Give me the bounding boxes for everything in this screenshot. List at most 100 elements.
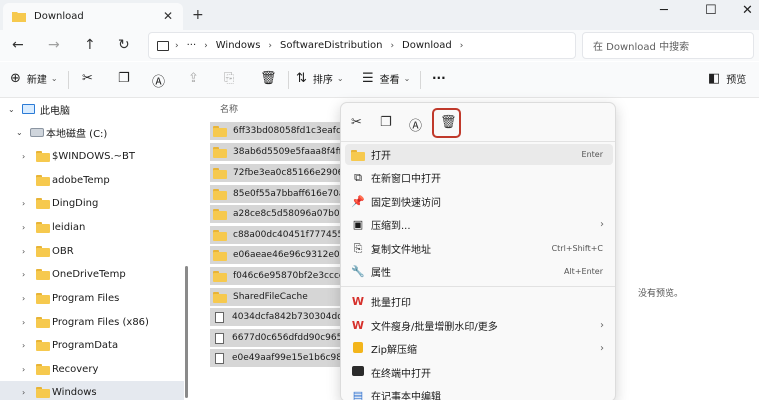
file-row[interactable]: 6ff33bd08058fd1c3eafc5c	[210, 122, 342, 140]
cut-icon[interactable]: ✂	[351, 115, 362, 130]
menu-item-compress-to[interactable]: ▣ 压缩到... ›	[345, 214, 613, 235]
wps-icon: W	[351, 295, 365, 308]
file-row[interactable]: e06aeae46e96c9312e04d7	[210, 246, 342, 264]
back-arrow-icon[interactable]: ←	[12, 37, 24, 53]
new-button[interactable]: ⊕ 新建 ⌄	[10, 71, 58, 86]
nav-item-folder[interactable]: › ProgramData	[0, 334, 184, 356]
nav-item-folder[interactable]: › OneDriveTemp	[0, 263, 184, 285]
divider	[420, 71, 421, 89]
menu-item-copy-path[interactable]: ⎘ 复制文件地址 Ctrl+Shift+C	[345, 238, 613, 259]
zip-icon: ▣	[352, 218, 364, 231]
nav-item-folder[interactable]: › DingDing	[0, 192, 184, 214]
minimize-button[interactable]: ─	[660, 3, 668, 18]
scissors-icon: ✂	[82, 71, 93, 86]
chevron-right-icon[interactable]: ›	[22, 270, 25, 279]
folder-icon	[213, 270, 227, 282]
menu-item-wps-more[interactable]: W 文件瘦身/批量增删水印/更多 ›	[345, 315, 613, 336]
menu-item-open-new-window[interactable]: ⧉ 在新窗口中打开	[345, 167, 613, 188]
chevron-right-icon[interactable]: ›	[22, 247, 25, 256]
nav-item-local-disk[interactable]: ⌄ 本地磁盘 (C:)	[0, 121, 184, 143]
refresh-icon[interactable]: ↻	[118, 37, 130, 53]
rename-icon[interactable]: Ⓐ	[409, 115, 422, 134]
file-row[interactable]: a28ce8c5d58096a07b034c	[210, 205, 342, 223]
menu-item-label: 压缩到...	[371, 221, 411, 232]
file-row[interactable]: 72fbe3ea0c85166e290618	[210, 164, 342, 182]
file-row[interactable]: SharedFileCache	[210, 288, 342, 306]
delete-button[interactable]: 🗑	[260, 71, 283, 86]
view-button[interactable]: ☰ 查看 ⌄	[362, 71, 410, 86]
nav-item-folder[interactable]: adobeTemp	[0, 169, 184, 191]
folder-icon	[213, 249, 227, 261]
breadcrumb-item-softwaredistribution[interactable]: SoftwareDistribution	[280, 40, 382, 51]
preview-pane-icon: ◧	[708, 71, 721, 86]
tab-download[interactable]: Download ✕	[3, 3, 183, 30]
chevron-right-icon[interactable]: ›	[22, 341, 25, 350]
rename-button[interactable]: Ⓐ	[152, 71, 171, 90]
file-row[interactable]: f046c6e95870bf2e3cccc4	[210, 267, 342, 285]
chevron-right-icon[interactable]: ›	[22, 365, 25, 374]
menu-item-shortcut: Ctrl+Shift+C	[551, 244, 603, 253]
file-row[interactable]: 6677d0c656dfdd90c9652	[210, 329, 342, 347]
chevron-right-icon[interactable]: ›	[22, 199, 25, 208]
nav-item-folder[interactable]: › Recovery	[0, 358, 184, 380]
menu-item-open-terminal[interactable]: 在终端中打开	[345, 362, 613, 383]
more-button[interactable]: ···	[432, 71, 446, 85]
nav-item-label: Program Files	[52, 292, 120, 304]
menu-item-properties[interactable]: 🔧 属性 Alt+Enter	[345, 261, 613, 282]
nav-scrollbar[interactable]	[185, 266, 188, 398]
folder-icon	[36, 198, 50, 209]
chevron-right-icon[interactable]: ›	[22, 294, 25, 303]
menu-item-zip-extract[interactable]: Zip解压缩 ›	[345, 338, 613, 359]
file-row[interactable]: 38ab6d5509e5faaa8f4ff2c	[210, 143, 342, 161]
monitor-icon	[157, 40, 169, 51]
maximize-button[interactable]: ☐	[705, 3, 717, 18]
share-button[interactable]: ⇪	[188, 71, 205, 86]
trash-icon[interactable]: 🗑	[440, 115, 457, 130]
nav-item-windows[interactable]: › Windows	[0, 381, 184, 400]
copy-icon: ❐	[118, 71, 130, 86]
file-name: 38ab6d5509e5faaa8f4ff2c	[233, 147, 342, 157]
menu-item-edit-notepad[interactable]: ▤ 在记事本中编辑	[345, 385, 613, 400]
file-row[interactable]: e0e49aaf99e15e1b6c9881	[210, 349, 342, 367]
copy-button[interactable]: ❐	[118, 71, 136, 86]
file-row[interactable]: c88a00dc40451f77745524	[210, 226, 342, 244]
folder-icon	[213, 167, 227, 179]
chevron-down-icon[interactable]: ⌄	[8, 105, 15, 114]
file-row[interactable]: 4034dcfa842b730304ddcf	[210, 308, 342, 326]
menu-item-open[interactable]: 打开 Enter	[345, 144, 613, 165]
breadcrumb[interactable]: › ··· › Windows › SoftwareDistribution ›…	[148, 32, 576, 59]
menu-item-batch-print[interactable]: W 批量打印	[345, 291, 613, 312]
chevron-right-icon[interactable]: ›	[22, 318, 25, 327]
search-input[interactable]: 在 Download 中搜索	[582, 32, 754, 59]
nav-item-folder[interactable]: › Program Files (x86)	[0, 311, 184, 333]
copy-icon[interactable]: ❐	[380, 115, 392, 130]
new-tab-button[interactable]: +	[192, 7, 204, 23]
chevron-right-icon[interactable]: ›	[22, 152, 25, 161]
file-row[interactable]: 85e0f55a7bbaff616e70a9c	[210, 185, 342, 203]
chevron-right-icon: ›	[600, 343, 604, 354]
chevron-right-icon[interactable]: ›	[22, 388, 25, 397]
cut-button[interactable]: ✂	[82, 71, 99, 86]
menu-item-pin-quick-access[interactable]: 📌 固定到快速访问	[345, 191, 613, 212]
breadcrumb-more[interactable]: ···	[187, 40, 197, 51]
nav-item-folder[interactable]: › OBR	[0, 240, 184, 262]
nav-item-folder[interactable]: › Program Files	[0, 287, 184, 309]
preview-button[interactable]: ◧ 预览	[708, 71, 746, 86]
forward-arrow-icon[interactable]: →	[48, 37, 60, 53]
column-header-name[interactable]: 名称	[220, 102, 238, 115]
close-window-button[interactable]: ✕	[742, 3, 753, 18]
breadcrumb-item-download[interactable]: Download	[402, 40, 452, 51]
breadcrumb-sep: ›	[204, 40, 208, 51]
up-arrow-icon[interactable]: ↑	[84, 37, 96, 53]
breadcrumb-item-windows[interactable]: Windows	[216, 40, 261, 51]
tab-close-icon[interactable]: ✕	[163, 9, 173, 23]
chevron-right-icon[interactable]: ›	[22, 223, 25, 232]
chevron-down-icon[interactable]: ⌄	[16, 128, 23, 137]
paste-button[interactable]: ⎘	[224, 71, 240, 86]
sort-button[interactable]: ⇅ 排序 ⌄	[296, 71, 344, 86]
nav-item-folder[interactable]: › leidian	[0, 216, 184, 238]
nav-item-folder[interactable]: › $WINDOWS.~BT	[0, 145, 184, 167]
nav-item-this-pc[interactable]: ⌄ 此电脑	[0, 98, 184, 120]
file-name: 6ff33bd08058fd1c3eafc5c	[233, 126, 342, 136]
folder-icon	[213, 188, 227, 200]
